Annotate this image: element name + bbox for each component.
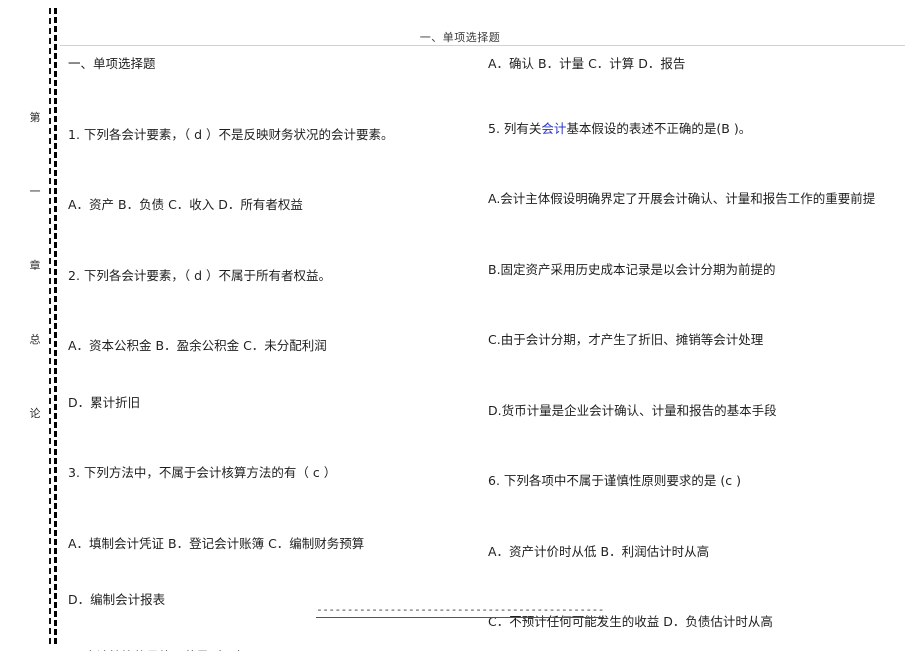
chapter-char-5: 论	[29, 407, 41, 420]
header-title: 一、单项选择题	[419, 31, 501, 47]
question-5-stem: 5. 列有关会计基本假设的表述不正确的是(B )。	[488, 120, 908, 136]
chapter-char-3: 章	[29, 259, 41, 272]
chapter-char-4: 总	[29, 333, 41, 346]
chapter-vertical-label: 第 一 章 总 论	[22, 112, 48, 419]
question-6-options-row-1: A．资产计价时从低 B．利润估计时从高	[488, 543, 710, 559]
question-5-stem-prefix: 5. 列有关	[488, 120, 542, 136]
question-2-options-row-2: D．累计折旧	[68, 394, 141, 410]
right-text-column: A．确认 B．计量 C．计算 D．报告 5. 列有关会计基本假设的表述不正确的是…	[488, 56, 908, 629]
question-5-stem-suffix: 基本假设的表述不正确的是(B )。	[566, 120, 752, 136]
left-text-column: 一、单项选择题 1. 下列各会计要素，（ d ）不是反映财务状况的会计要素。 A…	[68, 56, 468, 651]
question-5-option-a: A.会计主体假设明确界定了开展会计确认、计量和报告工作的重要前提	[488, 191, 876, 206]
question-4-options: A．确认 B．计量 C．计算 D．报告	[488, 56, 686, 71]
question-5-stem-link[interactable]: 会计	[541, 121, 566, 136]
question-3-options-row-1: A．填制会计凭证 B．登记会计账簿 C．编制财务预算	[68, 535, 365, 551]
question-2-options-row-1: A．资本公积金 B．盈余公积金 C．未分配利润	[68, 338, 327, 353]
question-1-options: A．资产 B．负债 C．收入 D．所有者权益	[68, 197, 303, 212]
binding-line-thick	[54, 8, 57, 644]
question-5-option-c: C.由于会计分期，才产生了折旧、摊销等会计处理	[488, 332, 764, 347]
document-page: 一、单项选择题 第 一 章 总 论 一、单项选择题 1. 下列各会计要素，（ d…	[0, 0, 920, 651]
question-1-stem: 1. 下列各会计要素，（ d ）不是反映财务状况的会计要素。	[68, 126, 394, 142]
page-header: 一、单项选择题	[0, 28, 920, 47]
header-divider	[60, 45, 905, 46]
question-5-option-b: B.固定资产采用历史成本记录是以会计分期为前提的	[488, 261, 776, 277]
question-6-stem: 6. 下列各项中不属于谨慎性原则要求的是 (c )	[488, 473, 741, 488]
chapter-char-2: 一	[29, 185, 41, 198]
page-footer: ----------------------------------------…	[0, 600, 920, 618]
question-2-stem: 2. 下列各会计要素，（ d ）不属于所有者权益。	[68, 267, 332, 283]
chapter-char-1: 第	[29, 111, 41, 124]
binding-line-thin	[49, 8, 51, 644]
question-5-option-d: D.货币计量是企业会计确认、计量和报告的基本手段	[488, 402, 777, 418]
question-3-stem: 3. 下列方法中，不属于会计核算方法的有（ c ）	[68, 465, 337, 480]
section-heading: 一、单项选择题	[68, 56, 156, 71]
footer-dashed-separator: ----------------------------------------…	[316, 603, 604, 618]
